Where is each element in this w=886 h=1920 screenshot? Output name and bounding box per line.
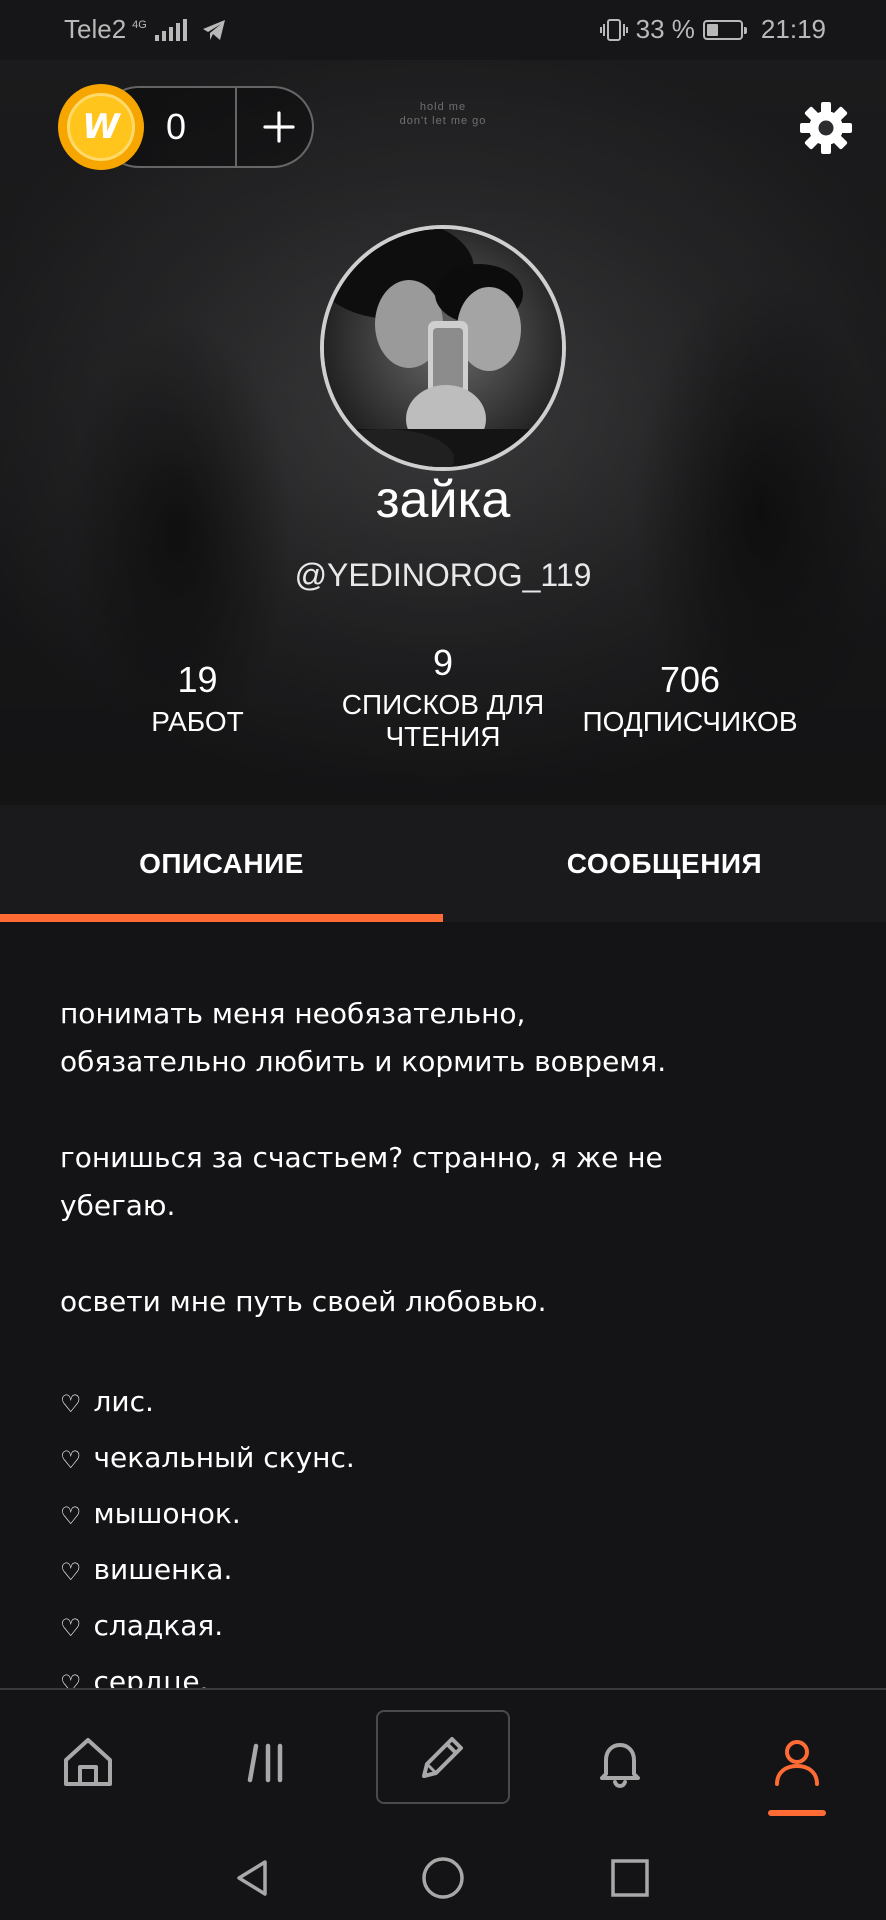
description-line: гонишься за счастьем? странно, я же не (60, 1141, 663, 1174)
write-icon (422, 1737, 463, 1778)
bottom-navigation (0, 1688, 886, 1920)
avatar[interactable] (320, 225, 566, 471)
tab-active-indicator (0, 914, 443, 922)
telegram-icon (201, 18, 227, 42)
coin-count: 0 (166, 106, 187, 147)
stat-followers-value: 706 (659, 659, 721, 700)
stat-followers-label: ПОДПИСЧИКОВ (582, 706, 798, 737)
system-back-button[interactable] (223, 1848, 283, 1908)
settings-button[interactable] (796, 98, 856, 158)
heart-icon: ♡ (60, 1390, 82, 1418)
description-blank-line (60, 1086, 840, 1134)
circle-home-icon (422, 1857, 464, 1899)
coin-icon: W (58, 84, 144, 170)
battery-icon (702, 19, 747, 40)
heart-icon: ♡ (60, 1558, 82, 1586)
heart-icon: ♡ (60, 1502, 82, 1530)
tab-description[interactable]: ОПИСАНИЕ (0, 805, 443, 922)
description-blank-line (60, 1230, 840, 1278)
profile-icon (775, 1740, 819, 1786)
nav-profile[interactable] (747, 1712, 847, 1812)
stat-reading-lists[interactable]: 9 СПИСКОВ ДЛЯ ЧТЕНИЯ (318, 643, 568, 753)
vibrate-icon (599, 18, 628, 42)
heart-icon: ♡ (60, 1446, 82, 1474)
battery-fill (706, 23, 718, 36)
nav-write[interactable] (376, 1710, 510, 1804)
clock: 21:19 (760, 14, 826, 44)
stat-reading-lists-value: 9 (432, 642, 454, 683)
avatar-photo (324, 229, 562, 467)
stat-works[interactable]: 19 РАБОТ (100, 660, 295, 738)
coins-divider (235, 88, 237, 166)
nickname-text: чекальный скунс. (93, 1441, 355, 1474)
notifications-icon (600, 1743, 640, 1789)
profile-tabs: ОПИСАНИЕ СООБЩЕНИЯ (0, 805, 886, 922)
nickname-text: сладкая. (93, 1609, 224, 1642)
nav-active-indicator (768, 1810, 826, 1816)
status-bar: Tele2 4G 33 % 21:19 (0, 0, 886, 60)
description-line: понимать меня необязательно, (60, 997, 526, 1030)
stat-works-value: 19 (177, 659, 218, 700)
profile-handle: @YEDINOROG_119 (294, 557, 592, 593)
nickname-text: вишенка. (93, 1553, 233, 1586)
battery-percent: 33 % (635, 14, 695, 44)
nickname-item: ♡ вишенка. (60, 1542, 840, 1598)
heart-icon: ♡ (60, 1614, 82, 1642)
system-recents-button[interactable] (600, 1848, 660, 1908)
carrier-name: Tele2 (64, 14, 127, 44)
system-home-button[interactable] (413, 1848, 473, 1908)
nickname-text: мышонок. (93, 1497, 241, 1530)
add-coins-button[interactable] (248, 96, 310, 158)
plus-icon (263, 111, 295, 143)
home-icon (64, 1738, 112, 1786)
status-left: Tele2 4G (64, 14, 227, 45)
nav-library[interactable] (218, 1712, 318, 1812)
signal-icon (154, 18, 187, 41)
stat-followers[interactable]: 706 ПОДПИСЧИКОВ (568, 660, 812, 738)
network-type: 4G (132, 19, 147, 31)
library-icon (247, 1743, 283, 1783)
back-icon (237, 1860, 267, 1896)
description-line: убегаю. (60, 1189, 176, 1222)
tab-messages[interactable]: СООБЩЕНИЯ (443, 805, 886, 922)
nav-notifications[interactable] (570, 1712, 670, 1812)
status-right: 33 % 21:19 (599, 14, 826, 45)
nickname-item: ♡ лис. (60, 1374, 840, 1430)
profile-username: зайка (375, 471, 511, 529)
description-line: обязательно любить и кормить вовремя. (60, 1045, 667, 1078)
recents-icon (611, 1859, 649, 1897)
nickname-item: ♡ чекальный скунс. (60, 1430, 840, 1486)
nickname-item: ♡ сладкая. (60, 1598, 840, 1654)
coin-letter: W (67, 93, 135, 161)
stat-reading-lists-label-line1: СПИСКОВ ДЛЯ (341, 689, 545, 720)
stat-reading-lists-label-line2: ЧТЕНИЯ (385, 721, 501, 752)
nickname-text: лис. (93, 1385, 154, 1418)
stat-works-label: РАБОТ (151, 706, 244, 737)
profile-header: hold me don't let me go W 0 зайка @YEDIN… (0, 60, 886, 805)
nickname-item: ♡ мышонок. (60, 1486, 840, 1542)
description-blank-line (60, 1326, 840, 1374)
description-line: освети мне путь своей любовью. (60, 1285, 547, 1318)
profile-description: понимать меня необязательно, обязательно… (60, 990, 840, 1710)
gear-icon (800, 102, 852, 154)
nav-home[interactable] (38, 1712, 138, 1812)
coins-widget: W 0 (58, 84, 316, 170)
